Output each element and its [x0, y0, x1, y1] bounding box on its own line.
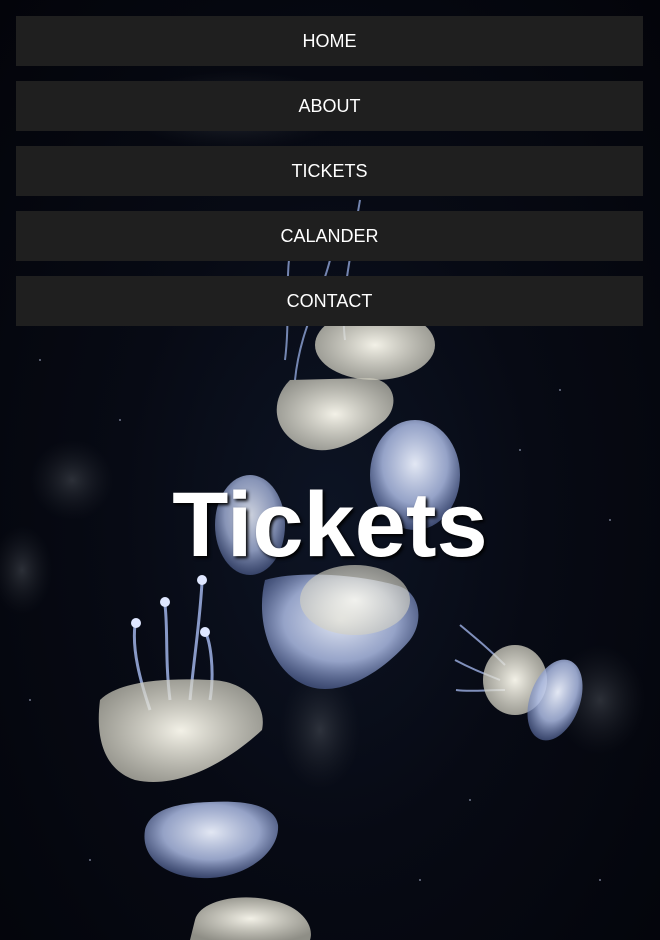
nav-link-contact[interactable]: CONTACT: [16, 276, 643, 326]
hero-section: HOME ABOUT TICKETS CALANDER CONTACT Tick…: [0, 0, 660, 940]
nav-item-home: HOME: [16, 16, 643, 66]
main-nav: HOME ABOUT TICKETS CALANDER CONTACT: [16, 16, 643, 341]
page-title: Tickets: [172, 474, 488, 576]
nav-link-calander[interactable]: CALANDER: [16, 211, 643, 261]
nav-item-calander: CALANDER: [16, 211, 643, 261]
nav-item-contact: CONTACT: [16, 276, 643, 326]
nav-link-tickets[interactable]: TICKETS: [16, 146, 643, 196]
nav-item-tickets: TICKETS: [16, 146, 643, 196]
nav-link-about[interactable]: ABOUT: [16, 81, 643, 131]
nav-link-home[interactable]: HOME: [16, 16, 643, 66]
nav-item-about: ABOUT: [16, 81, 643, 131]
